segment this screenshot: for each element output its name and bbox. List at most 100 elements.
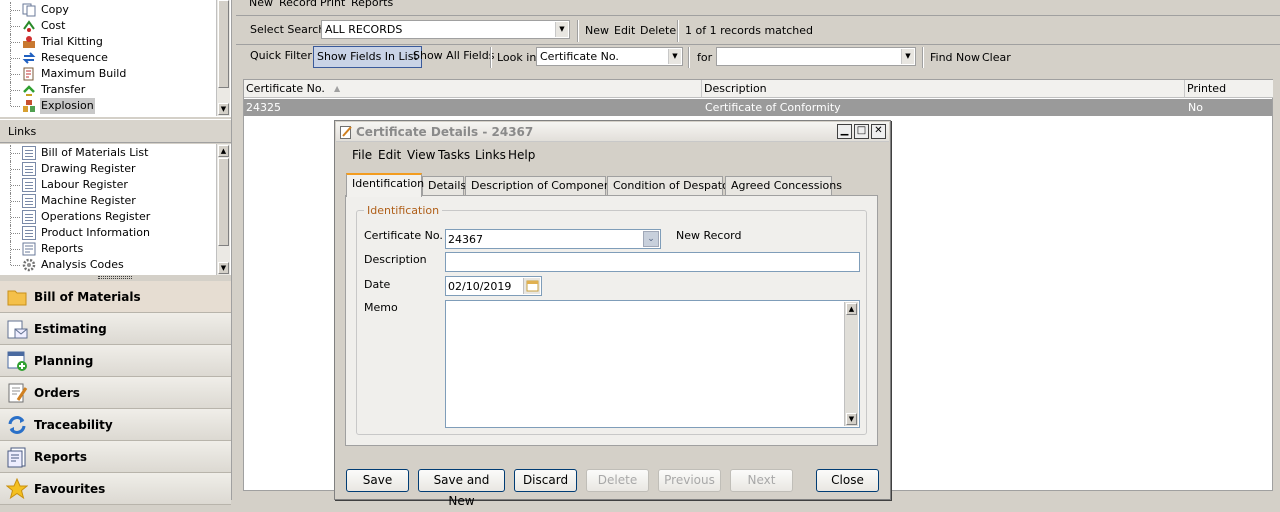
links-tree: Bill of Materials List Drawing Register … [0,144,231,275]
delete-button[interactable]: Delete [586,469,649,492]
menu-new[interactable]: New [249,0,273,9]
tree-item-maximum-build[interactable]: Maximum Build [0,66,214,82]
menu-print[interactable]: Print [320,0,345,9]
record-menubar: New Record Print Reports [238,0,1280,12]
nav-bill-of-materials[interactable]: Bill of Materials [0,281,231,313]
reports-icon [22,242,36,256]
look-in-combo[interactable]: Certificate No. ▼ [536,47,683,66]
link-analysis-codes[interactable]: Analysis Codes [0,257,214,273]
tab-condition-of-despatch[interactable]: Condition of Despatch [607,176,735,196]
save-and-new-button[interactable]: Save and New [418,469,505,508]
nav-reports[interactable]: Reports [0,441,231,473]
for-combo[interactable]: ▼ [716,47,916,66]
chevron-down-icon[interactable]: ▼ [555,22,568,37]
scroll-down-icon[interactable]: ▼ [846,413,857,425]
dialog-menu-help[interactable]: Help [508,148,535,162]
dialog-menu-edit[interactable]: Edit [378,148,401,162]
close-button[interactable]: Close [816,469,879,492]
scroll-up-icon[interactable]: ▲ [218,145,229,157]
tree-item-transfer[interactable]: Transfer [0,82,214,98]
memo-scrollbar[interactable]: ▲ ▼ [844,302,858,426]
link-machine-register[interactable]: Machine Register [0,193,214,209]
cell-description: Certificate of Conformity [705,101,841,114]
column-header-certificate-no[interactable]: Certificate No. ▲ [244,80,702,98]
tab-description-of-components[interactable]: Description of Components [465,176,621,196]
show-fields-in-list-button[interactable]: Show Fields In List [313,46,422,68]
find-now-button[interactable]: Find Now [930,51,980,64]
quick-filter-button[interactable]: Quick Filter [247,46,315,68]
dialog-menu-view[interactable]: View [407,148,435,162]
nav-favourites[interactable]: Favourites [0,473,231,505]
discard-button[interactable]: Discard [514,469,577,492]
next-button[interactable]: Next [730,469,793,492]
dialog-titlebar[interactable]: Certificate Details - 24367 ▁ □ ✕ [336,122,889,142]
tree-item-copy[interactable]: Copy [0,2,214,18]
description-field[interactable] [445,252,860,272]
menu-reports[interactable]: Reports [351,0,393,9]
nav-estimating[interactable]: Estimating [0,313,231,345]
table-row[interactable]: 24325 Certificate of Conformity No [244,99,1272,116]
scroll-down-icon[interactable]: ▼ [218,103,229,115]
chevron-down-icon[interactable]: ⌄ [643,231,659,247]
look-in-label: Look in [497,51,537,64]
group-title: Identification [364,204,443,217]
cost-icon [22,19,36,33]
date-field[interactable]: 02/10/2019 [445,276,542,296]
tree-item-resequence[interactable]: Resequence [0,50,214,66]
tree-item-cost[interactable]: Cost [0,18,214,34]
search-edit-button[interactable]: Edit [614,24,635,37]
maximize-icon[interactable]: □ [854,124,869,139]
tree-item-trial-kitting[interactable]: Trial Kitting [0,34,214,50]
links-tree-scrollbar[interactable]: ▲ ▼ [216,144,230,275]
link-bill-of-materials-list[interactable]: Bill of Materials List [0,145,214,161]
link-product-information[interactable]: Product Information [0,225,214,241]
splitter-grip[interactable] [98,276,132,279]
divider [236,15,1280,16]
select-search-combo[interactable]: ALL RECORDS ▼ [321,20,570,39]
nav-orders[interactable]: Orders [0,377,231,409]
scroll-up-icon[interactable]: ▲ [846,303,857,315]
chevron-down-icon[interactable]: ▼ [668,49,681,64]
transfer-icon [22,83,36,97]
for-label: for [697,51,713,64]
certificate-no-combo[interactable]: 24367 ⌄ [445,229,661,249]
close-icon[interactable]: ✕ [871,124,886,139]
column-header-description[interactable]: Description [702,80,1185,98]
tab-agreed-concessions[interactable]: Agreed Concessions [725,176,842,196]
dialog-menu-tasks[interactable]: Tasks [438,148,470,162]
previous-button[interactable]: Previous [658,469,721,492]
divider [236,44,1280,45]
clear-button[interactable]: Clear [982,51,1011,64]
nav-traceability[interactable]: Traceability [0,409,231,441]
explosion-icon [22,99,36,113]
column-header-printed[interactable]: Printed [1185,80,1273,98]
dialog-menu-file[interactable]: File [352,148,372,162]
tab-identification[interactable]: Identification [346,173,424,197]
search-delete-button[interactable]: Delete [640,24,676,37]
calendar-icon[interactable] [523,278,540,294]
memo-field[interactable]: ▲ ▼ [445,300,860,428]
link-operations-register[interactable]: Operations Register [0,209,214,225]
show-all-fields-button[interactable]: Show All Fields [410,46,497,68]
task-tree-scrollbar[interactable]: ▼ [216,0,230,116]
edit-document-icon [340,125,353,139]
link-drawing-register[interactable]: Drawing Register [0,161,214,177]
cell-printed: No [1188,101,1203,114]
save-button[interactable]: Save [346,469,409,492]
scroll-down-icon[interactable]: ▼ [218,262,229,274]
maximum-build-icon [22,67,36,81]
link-reports[interactable]: Reports [0,241,214,257]
minimize-icon[interactable]: ▁ [837,124,852,139]
chevron-down-icon[interactable]: ▼ [901,49,914,64]
nav-planning[interactable]: Planning [0,345,231,377]
copy-icon [22,3,36,17]
document-icon [22,226,36,240]
dialog-menu-links[interactable]: Links [475,148,506,162]
filter-toolbar: Quick Filter Show Fields In List Show Al… [238,46,1280,70]
tree-item-explosion[interactable]: Explosion [0,98,214,114]
link-labour-register[interactable]: Labour Register [0,177,214,193]
menu-record[interactable]: Record [279,0,317,9]
search-new-button[interactable]: New [585,24,609,37]
tab-details[interactable]: Details [422,176,466,196]
reports-icon [6,446,28,468]
